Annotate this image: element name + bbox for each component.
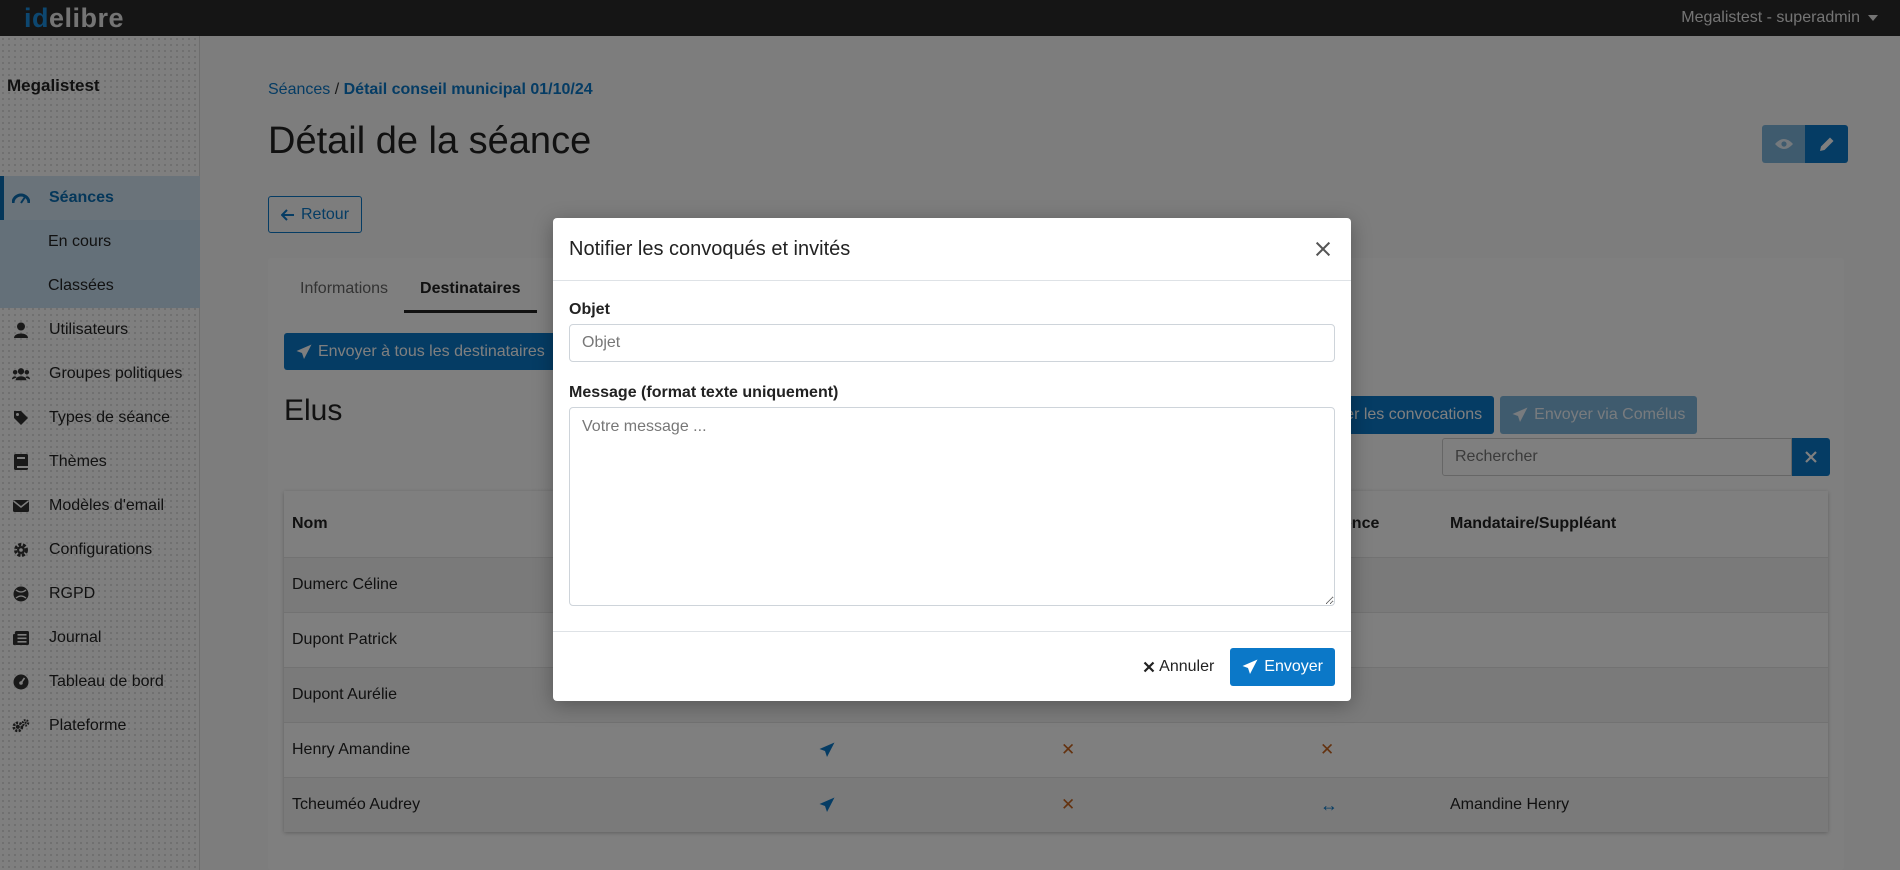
modal-footer: Annuler Envoyer [553, 631, 1351, 701]
paper-plane-icon [1242, 659, 1258, 675]
cancel-button[interactable]: Annuler [1143, 658, 1214, 676]
send-button[interactable]: Envoyer [1230, 647, 1335, 686]
modal-header: Notifier les convoqués et invités [553, 218, 1351, 281]
notify-modal: Notifier les convoqués et invités Objet … [553, 218, 1351, 701]
close-icon[interactable] [1311, 237, 1335, 261]
message-textarea[interactable] [569, 407, 1335, 606]
message-label: Message (format texte uniquement) [569, 384, 839, 401]
close-icon [1143, 661, 1155, 673]
objet-input[interactable] [569, 324, 1335, 362]
modal-title: Notifier les convoqués et invités [569, 237, 851, 260]
objet-label: Objet [569, 301, 610, 318]
modal-body: Objet Message (format texte uniquement) [553, 281, 1351, 606]
